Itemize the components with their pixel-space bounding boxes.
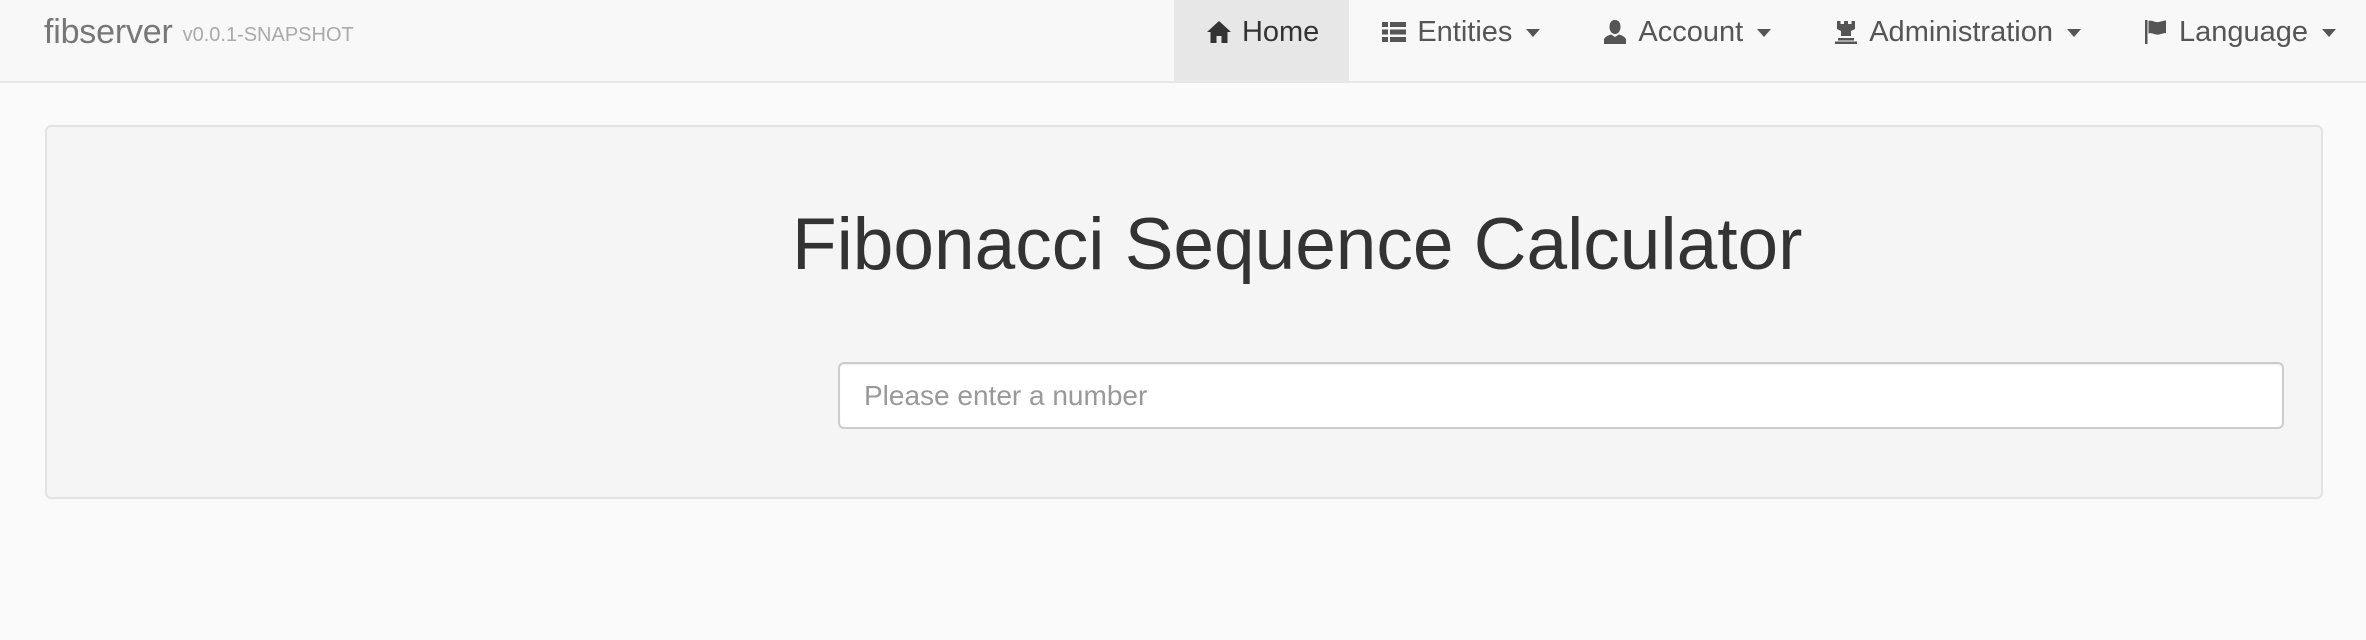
nav-item-label: Administration <box>1869 15 2053 48</box>
brand-name: fibserver <box>44 12 173 51</box>
brand-version: v0.0.1-SNAPSHOT <box>182 24 354 46</box>
navbar: fibserver v0.0.1-SNAPSHOT Home Entities … <box>0 0 2366 83</box>
chevron-down-icon <box>1526 29 1541 37</box>
nav-item-home[interactable]: Home <box>1173 0 1350 83</box>
flag-icon <box>2141 17 2171 47</box>
nav-item-label: Home <box>1241 15 1320 48</box>
user-icon <box>1600 17 1630 47</box>
th-list-icon <box>1379 17 1409 47</box>
nav-item-entities[interactable]: Entities <box>1349 0 1570 83</box>
brand-link[interactable]: fibserver v0.0.1-SNAPSHOT <box>44 0 354 64</box>
chevron-down-icon <box>1757 29 1772 37</box>
chevron-down-icon <box>2322 29 2336 37</box>
nav-item-account[interactable]: Account <box>1570 0 1801 83</box>
main-nav: Home Entities Account Administration Lan… <box>1173 0 2366 83</box>
nav-item-language[interactable]: Language <box>2111 0 2366 83</box>
calculator-panel <box>45 125 2323 499</box>
nav-item-label: Language <box>2178 15 2308 48</box>
nav-item-label: Account <box>1638 15 1744 48</box>
nav-item-label: Entities <box>1417 15 1513 48</box>
home-icon <box>1204 17 1234 47</box>
chevron-down-icon <box>2066 29 2081 37</box>
nav-item-administration[interactable]: Administration <box>1801 0 2111 83</box>
number-input[interactable] <box>838 362 2284 429</box>
page-title: Fibonacci Sequence Calculator <box>792 204 1803 285</box>
tower-icon <box>1831 17 1861 47</box>
